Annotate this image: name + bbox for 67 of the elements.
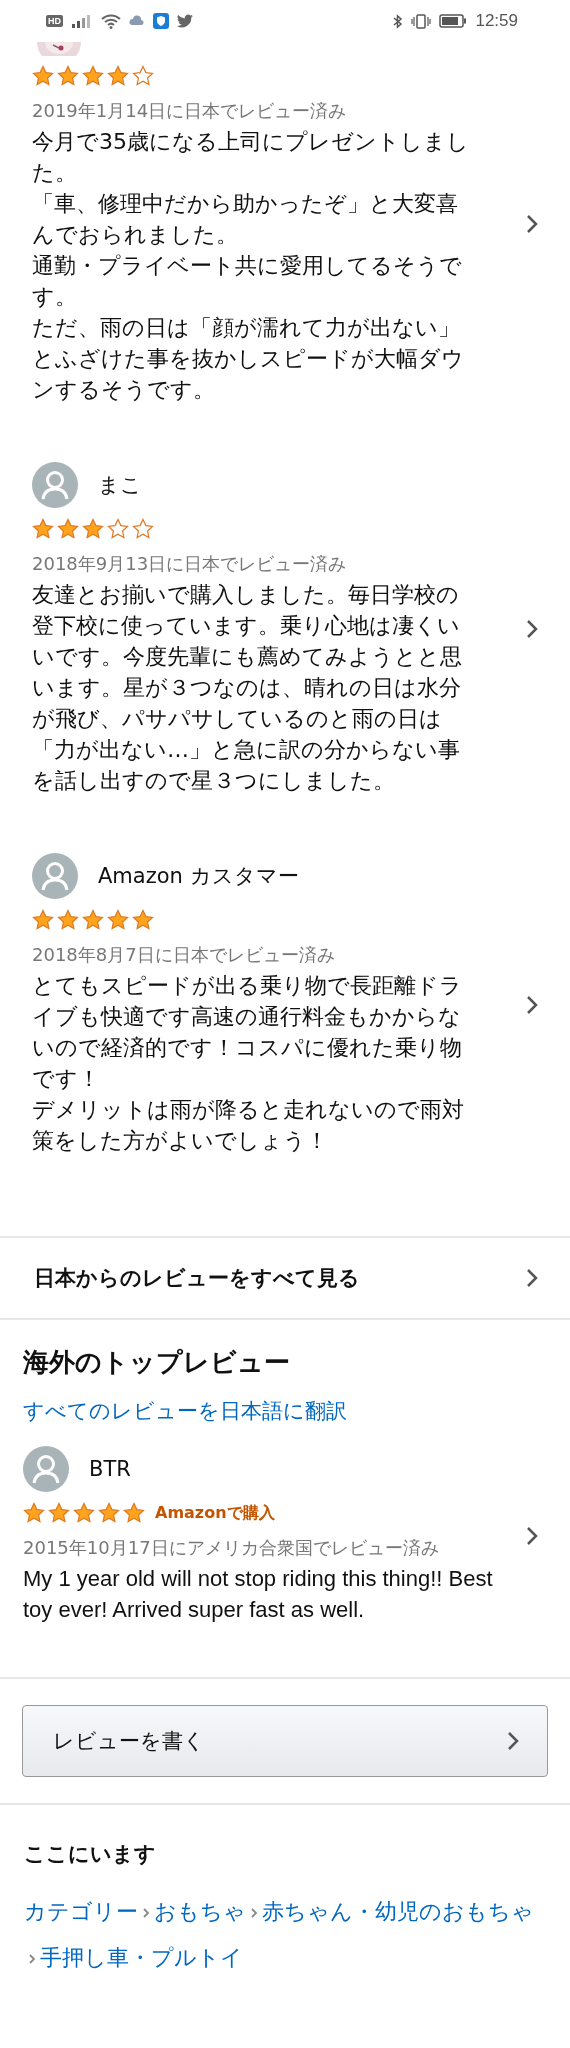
chevron-right-icon bbox=[507, 1731, 519, 1751]
avatar-icon bbox=[23, 1446, 69, 1492]
hd-badge: HD bbox=[46, 15, 63, 27]
review-text: とてもスピードが出る乗り物で長距離ドライブも快適です高速の通行料金もかからないので経済的です！コスパに優れた乗り物です！ bbox=[32, 972, 463, 1093]
chevron-right-icon bbox=[250, 1906, 258, 1920]
breadcrumb-link[interactable]: おもちゃ bbox=[154, 1899, 246, 1924]
chevron-right-icon[interactable] bbox=[526, 213, 538, 234]
star-filled-icon bbox=[123, 1502, 145, 1524]
section-heading: 海外のトップレビュー bbox=[22, 1346, 291, 1379]
chevron-right-icon bbox=[526, 1268, 538, 1288]
avatar-icon bbox=[32, 462, 78, 508]
breadcrumb-link[interactable]: 赤ちゃん・幼児のおもちゃ bbox=[262, 1899, 534, 1924]
chevron-right-icon[interactable] bbox=[526, 619, 538, 639]
vibrate-icon bbox=[411, 13, 432, 29]
reviewer-name: まこ bbox=[98, 472, 142, 499]
cloud-icon bbox=[129, 15, 145, 27]
star-filled-icon bbox=[82, 909, 104, 931]
star-filled-icon bbox=[82, 65, 104, 87]
breadcrumb-link[interactable]: カテゴリー bbox=[24, 1899, 138, 1924]
star-filled-icon bbox=[107, 909, 129, 931]
chevron-right-icon bbox=[28, 1952, 36, 1966]
star-filled-icon bbox=[57, 65, 79, 87]
review-date: 2015年10月17日にアメリカ合衆国でレビュー済み bbox=[23, 1536, 440, 1560]
clock-time: 12:59 bbox=[475, 11, 518, 31]
signal-icon bbox=[71, 14, 93, 28]
see-all-reviews-link[interactable]: 日本からのレビューをすべて見る bbox=[0, 1236, 570, 1320]
star-filled-icon bbox=[57, 518, 79, 540]
bird-icon bbox=[177, 14, 194, 28]
review-text: デメリットは雨が降ると走れないので雨対策をした方がよいでしょう！ bbox=[32, 1096, 465, 1155]
star-filled-icon bbox=[32, 65, 54, 87]
review-text: My 1 year old will not stop riding this thing!! Best toy ever! Arrived super fast as well. bbox=[23, 1565, 494, 1624]
star-empty-icon bbox=[107, 518, 129, 540]
reviewer-name: Amazon カスタマー bbox=[98, 863, 299, 890]
review-date: 2019年1月14日に日本でレビュー済み bbox=[32, 99, 348, 123]
star-filled-icon bbox=[32, 518, 54, 540]
review-text: 「車、修理中だから助かったぞ」と大変喜んでおられました。 bbox=[32, 190, 459, 249]
breadcrumb-link[interactable]: 手押し車・プルトイ bbox=[40, 1945, 243, 1970]
translate-link[interactable]: すべてのレビューを日本語に翻訳 bbox=[0, 1396, 570, 1426]
star-filled-icon bbox=[132, 909, 154, 931]
battery-icon bbox=[439, 14, 468, 28]
star-filled-icon bbox=[107, 65, 129, 87]
star-filled-icon bbox=[73, 1502, 95, 1524]
star-empty-icon bbox=[132, 65, 154, 87]
review-date: 2018年8月7日に日本でレビュー済み bbox=[32, 943, 336, 967]
shield-app-icon bbox=[153, 13, 169, 29]
avatar-icon bbox=[32, 853, 78, 899]
star-filled-icon bbox=[48, 1502, 70, 1524]
bluetooth-icon bbox=[393, 13, 404, 29]
wifi-icon bbox=[101, 13, 121, 29]
chevron-right-icon[interactable] bbox=[526, 994, 538, 1015]
chevron-right-icon[interactable] bbox=[526, 1525, 538, 1546]
write-review-button[interactable]: レビューを書く bbox=[22, 1705, 548, 1777]
star-filled-icon bbox=[98, 1502, 120, 1524]
chevron-right-icon bbox=[142, 1906, 150, 1920]
breadcrumb-heading: ここにいます bbox=[24, 1841, 157, 1868]
reviewer-name: BTR bbox=[89, 1457, 131, 1481]
star-filled-icon bbox=[82, 518, 104, 540]
review-text: 友達とお揃いで購入しました。毎日学校の登下校に使っています。乗り心地は凄くいいです。今度先輩にも薦めてみようとと思います。星が３つなのは、晴れの日は水分が飛び、パサパサしているのと雨の日は「力が出ない…」と急に訳の分からない事を話し出すので星３つにしました。 bbox=[32, 581, 463, 795]
star-filled-icon bbox=[23, 1502, 45, 1524]
review-date: 2018年9月13日に日本でレビュー済み bbox=[32, 552, 348, 576]
review-text: 今月で35歳になる上司にプレゼントしました。 bbox=[32, 128, 470, 187]
star-filled-icon bbox=[57, 909, 79, 931]
star-filled-icon bbox=[32, 909, 54, 931]
verified-purchase-label: Amazonで購入 bbox=[155, 1502, 275, 1524]
star-empty-icon bbox=[132, 518, 154, 540]
review-text: ただ、雨の日は「顔が濡れて力が出ない」とふざけた事を抜かしスピードが大幅ダウンするそうです。 bbox=[32, 314, 465, 404]
review-text: 通勤・プライベート共に愛用してるそうです。 bbox=[32, 252, 463, 311]
